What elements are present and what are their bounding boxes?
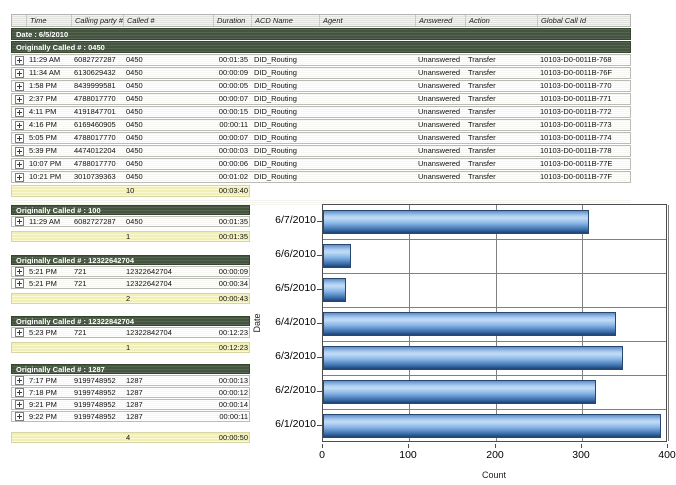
- y-axis-tick: [317, 357, 322, 358]
- x-axis-title: Count: [464, 470, 524, 480]
- y-axis-tick-label: 6/2/2010: [256, 384, 316, 397]
- chart-bar: [323, 210, 589, 234]
- x-axis-tick: [408, 444, 409, 448]
- calls-by-date-chart: Date Count 6/7/20106/6/20106/5/20106/4/2…: [0, 0, 676, 485]
- x-axis-tick-label: 100: [388, 449, 428, 461]
- chart-bar: [323, 414, 661, 438]
- x-axis-tick-label: 400: [647, 449, 676, 461]
- chart-gridline: [323, 239, 666, 240]
- chart-gridline: [323, 409, 666, 410]
- y-axis-tick-label: 6/4/2010: [256, 316, 316, 329]
- y-axis-tick: [317, 391, 322, 392]
- x-axis-tick: [667, 444, 668, 448]
- y-axis-tick: [317, 221, 322, 222]
- chart-gridline: [323, 273, 666, 274]
- y-axis-tick: [317, 289, 322, 290]
- chart-bar: [323, 278, 346, 302]
- chart-bar: [323, 312, 616, 336]
- x-axis-tick-label: 200: [475, 449, 515, 461]
- y-axis-tick-label: 6/3/2010: [256, 350, 316, 363]
- x-axis-tick-label: 0: [302, 449, 342, 461]
- chart-gridline: [668, 205, 669, 441]
- chart-gridline: [323, 307, 666, 308]
- chart-bar: [323, 346, 623, 370]
- x-axis-tick: [322, 444, 323, 448]
- x-axis-tick-label: 300: [561, 449, 601, 461]
- y-axis-tick: [317, 255, 322, 256]
- call-report-page: TimeCalling party #Called #DurationACD N…: [0, 0, 676, 485]
- chart-bar: [323, 380, 596, 404]
- x-axis-tick: [495, 444, 496, 448]
- chart-bar: [323, 244, 351, 268]
- y-axis-tick: [317, 323, 322, 324]
- x-axis-tick: [581, 444, 582, 448]
- chart-gridline: [323, 341, 666, 342]
- y-axis-tick-label: 6/5/2010: [256, 282, 316, 295]
- y-axis-tick-label: 6/6/2010: [256, 248, 316, 261]
- chart-gridline: [323, 375, 666, 376]
- chart-plot-area: [322, 204, 667, 442]
- y-axis-tick-label: 6/1/2010: [256, 418, 316, 431]
- y-axis-tick-label: 6/7/2010: [256, 214, 316, 227]
- y-axis-tick: [317, 425, 322, 426]
